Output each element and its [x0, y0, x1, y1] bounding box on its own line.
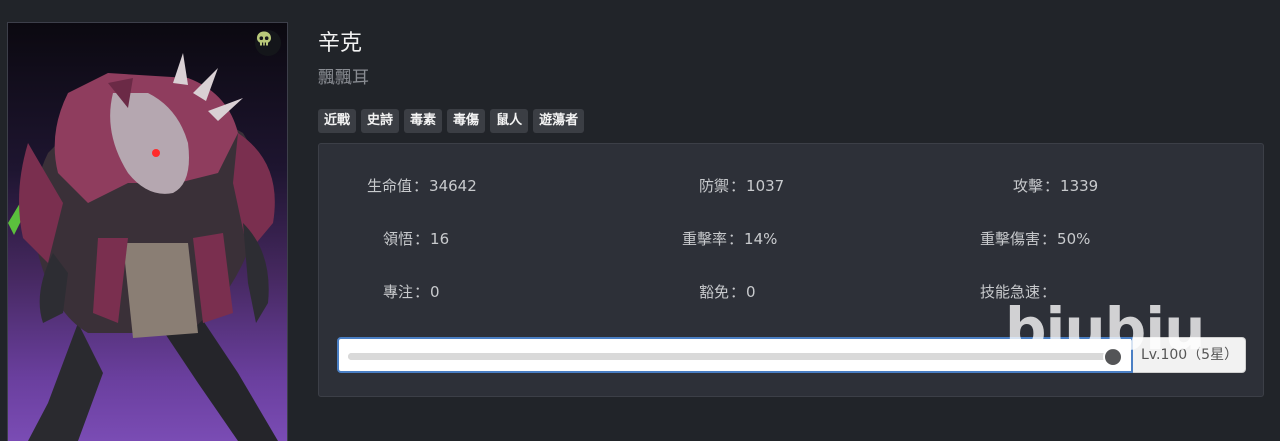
character-name: 辛克: [318, 31, 363, 56]
stat-attack: 攻擊：1339: [1013, 177, 1099, 195]
ratman-illustration: [8, 53, 278, 441]
stat-crit-damage: 重擊傷害：50%: [980, 230, 1091, 248]
stat-label: 專注: [383, 283, 414, 301]
tag: 鼠人: [490, 109, 529, 133]
tag: 毒傷: [447, 109, 486, 133]
stat-focus: 專注：0: [383, 283, 440, 301]
stat-immunity: 豁免：0: [699, 283, 756, 301]
character-subtitle: 飄飄耳: [318, 68, 369, 88]
stat-value: 1339: [1060, 177, 1099, 195]
stat-value: 50%: [1057, 230, 1091, 248]
stat-value: 34642: [429, 177, 477, 195]
stat-crit-rate: 重擊率：14%: [682, 230, 778, 248]
stat-label: 防禦: [699, 177, 730, 195]
tag: 近戰: [318, 109, 357, 133]
stat-value: 0: [430, 283, 440, 301]
stat-label: 領悟: [383, 230, 414, 248]
stat-value: 1037: [746, 177, 785, 195]
skull-icon: [255, 30, 281, 56]
level-slider-track[interactable]: [348, 353, 1106, 360]
stat-label: 重擊率: [682, 230, 728, 248]
stat-value: 16: [430, 230, 450, 248]
stat-label: 生命值: [367, 177, 413, 195]
tag: 毒素: [404, 109, 443, 133]
level-slider-fill: [348, 353, 1106, 360]
stat-value: 0: [746, 283, 756, 301]
stat-label: 重擊傷害: [980, 230, 1041, 248]
watermark: biubiu: [1005, 295, 1205, 363]
tag-list: 近戰 史詩 毒素 毒傷 鼠人 遊蕩者: [318, 109, 585, 133]
tag: 史詩: [361, 109, 400, 133]
stat-label: 攻擊: [1013, 177, 1044, 195]
stat-label: 豁免: [699, 283, 730, 301]
tag: 遊蕩者: [533, 109, 585, 133]
stat-value: 14%: [744, 230, 778, 248]
stat-hp: 生命值：34642: [367, 177, 477, 195]
stat-insight: 領悟：16: [383, 230, 450, 248]
character-portrait: [7, 22, 288, 441]
stat-defense: 防禦：1037: [699, 177, 785, 195]
